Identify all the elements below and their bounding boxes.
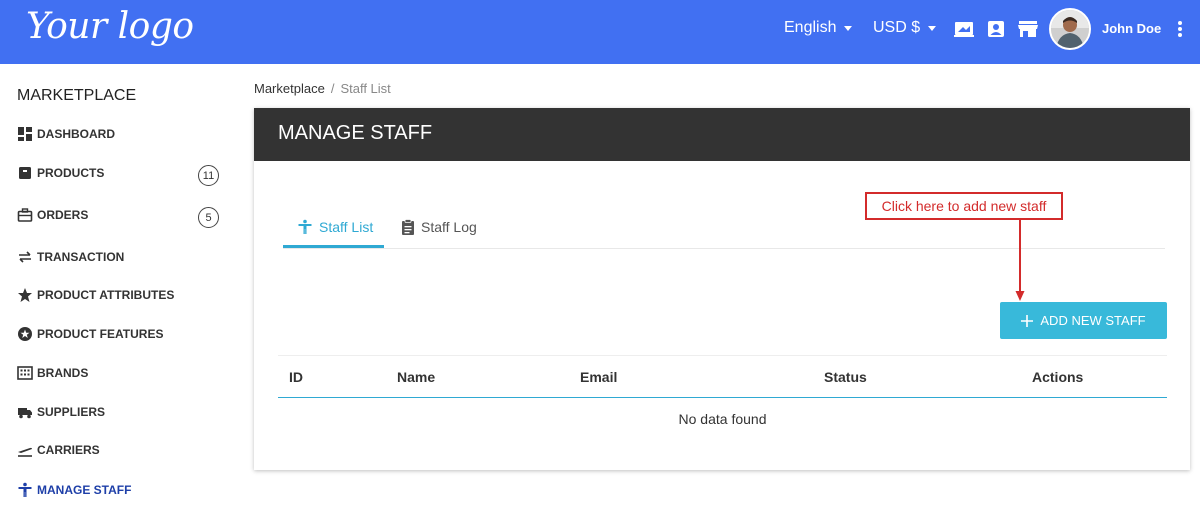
building-icon (17, 366, 33, 380)
page-title: MANAGE STAFF (278, 122, 433, 144)
column-header-id[interactable]: ID (289, 369, 303, 385)
empty-table-message: No data found (678, 411, 767, 427)
sidebar-item-label: CARRIERS (37, 443, 100, 457)
star-half-icon (18, 288, 32, 302)
more-vert-icon[interactable] (1175, 19, 1185, 39)
callout-arrow (1015, 220, 1025, 301)
sidebar-item-transaction[interactable]: TRANSACTION (17, 249, 124, 265)
swap-icon (19, 251, 31, 263)
card-header: MANAGE STAFF (254, 108, 1190, 161)
active-tab-indicator (283, 245, 384, 248)
box-icon (19, 167, 31, 179)
tabs-divider (283, 248, 1165, 249)
table-header-rule (278, 397, 1167, 398)
breadcrumb-root[interactable]: Marketplace (254, 81, 325, 96)
column-header-name[interactable]: Name (397, 369, 435, 385)
tab-label: Staff List (319, 219, 374, 235)
breadcrumb-current: Staff List (340, 81, 391, 96)
sidebar-item-label: PRODUCT ATTRIBUTES (37, 288, 175, 302)
column-header-email[interactable]: Email (580, 369, 617, 385)
tab-staff-list[interactable]: Staff List (297, 219, 373, 235)
sidebar-item-label: MANAGE STAFF (37, 483, 132, 497)
sidebar-title: MARKETPLACE (17, 87, 137, 104)
column-header-status[interactable]: Status (824, 369, 867, 385)
contact-card-icon[interactable] (985, 18, 1007, 40)
sidebar-item-dashboard[interactable]: DASHBOARD (17, 126, 115, 142)
chevron-down-icon (844, 25, 853, 31)
sidebar-item-label: TRANSACTION (37, 250, 125, 264)
sidebar-item-products[interactable]: PRODUCTS (17, 165, 104, 181)
logo[interactable]: Your logo (26, 6, 194, 47)
sidebar-item-suppliers[interactable]: SUPPLIERS (17, 404, 105, 420)
sidebar-item-product-attributes[interactable]: PRODUCT ATTRIBUTES (17, 287, 174, 303)
laptop-icon[interactable] (953, 18, 975, 40)
language-label: English (784, 19, 837, 36)
star-circle-icon (18, 327, 32, 341)
sidebar-item-product-features[interactable]: PRODUCT FEATURES (17, 326, 163, 342)
dashboard-icon (18, 127, 32, 141)
sidebar-item-label: PRODUCT FEATURES (37, 327, 164, 341)
column-header-actions: Actions (1032, 369, 1084, 385)
currency-dropdown[interactable]: USD $ (873, 19, 937, 37)
clipboard-icon (402, 219, 414, 235)
sidebar-item-manage-staff[interactable]: MANAGE STAFF (17, 482, 131, 498)
breadcrumb-separator: / (330, 81, 335, 96)
sidebar-item-carriers[interactable]: CARRIERS (17, 442, 100, 458)
plus-icon (1021, 314, 1034, 327)
user-name[interactable]: John Doe (1102, 21, 1161, 36)
sidebar-item-label: BRANDS (37, 366, 89, 380)
briefcase-icon (17, 208, 33, 222)
language-dropdown[interactable]: English (784, 19, 853, 37)
person-icon (18, 482, 32, 497)
orders-count-badge: 5 (198, 207, 219, 228)
manage-staff-card: MANAGE STAFF Staff List Staff Log Click … (254, 108, 1190, 470)
tab-staff-log[interactable]: Staff Log (401, 219, 477, 235)
products-count-badge: 11 (198, 165, 219, 186)
flight-icon (18, 447, 32, 457)
add-new-staff-button[interactable]: ADD NEW STAFF (1000, 302, 1167, 339)
tab-label: Staff Log (421, 219, 477, 235)
sidebar-item-label: DASHBOARD (37, 127, 115, 141)
sidebar-item-brands[interactable]: BRANDS (17, 365, 88, 381)
person-icon (298, 219, 312, 234)
add-staff-callout: Click here to add new staff (865, 192, 1063, 220)
sidebar-item-label: ORDERS (37, 208, 89, 222)
breadcrumb: Marketplace / Staff List (254, 81, 391, 96)
currency-label: USD $ (873, 19, 921, 36)
top-navbar: Your logo English USD $ John Doe (0, 0, 1200, 64)
sidebar-item-label: PRODUCTS (37, 166, 105, 180)
sidebar-item-orders[interactable]: ORDERS (17, 207, 88, 223)
store-icon[interactable] (1017, 18, 1039, 40)
sidebar-item-label: SUPPLIERS (37, 405, 106, 419)
avatar[interactable] (1049, 8, 1091, 50)
truck-icon (18, 408, 32, 419)
chevron-down-icon (928, 25, 937, 31)
table-top-border (278, 355, 1167, 356)
add-new-staff-label: ADD NEW STAFF (1040, 313, 1146, 328)
